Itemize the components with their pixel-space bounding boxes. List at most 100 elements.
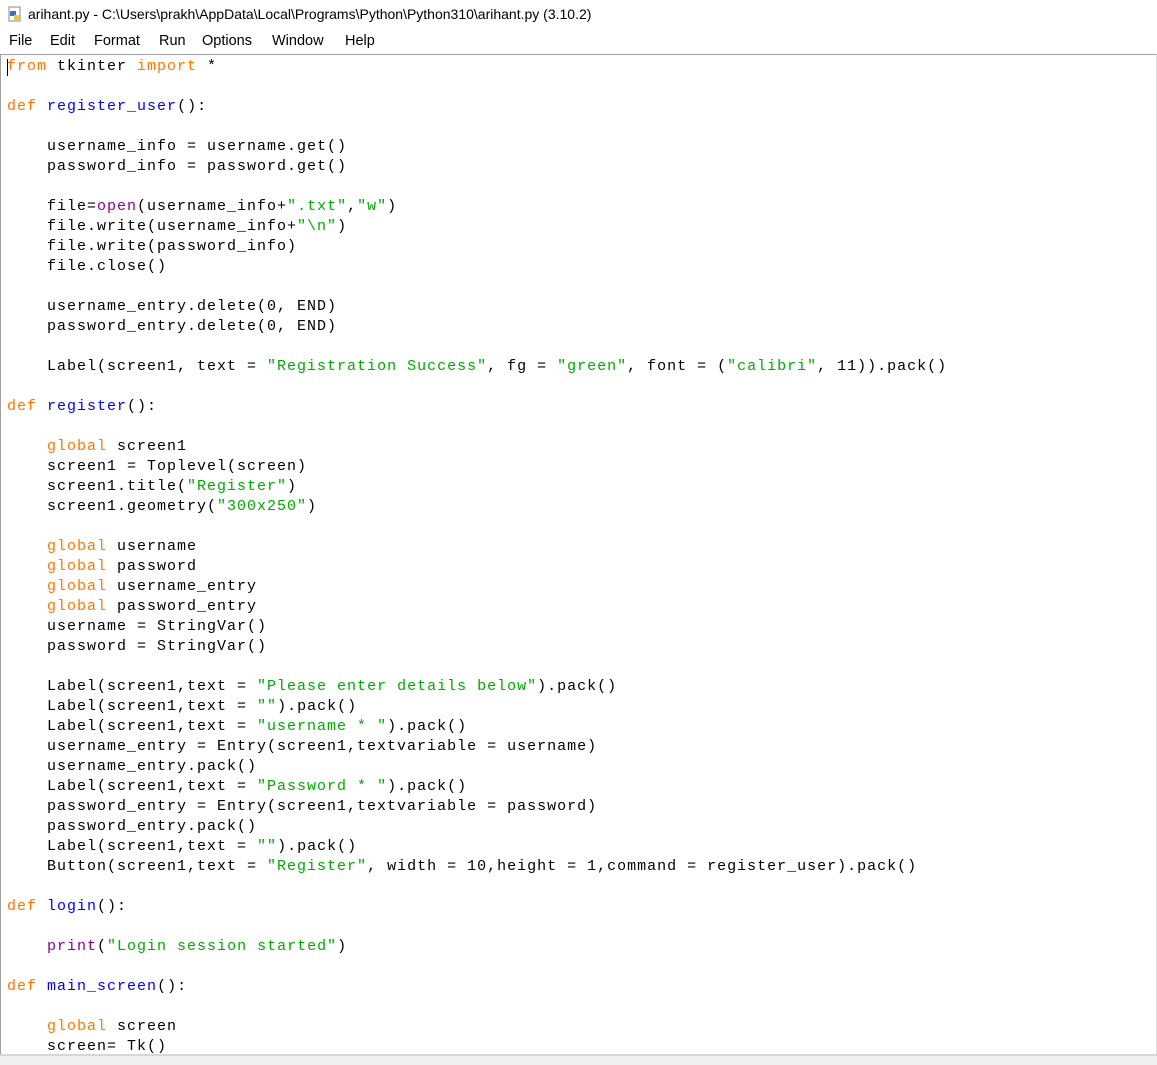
code-line[interactable]: screen1 = Toplevel(screen) (7, 457, 947, 477)
code-line[interactable]: file.close() (7, 257, 947, 277)
string-token: "Register" (267, 858, 368, 875)
code-token: screen1.title( (7, 478, 188, 495)
code-line[interactable] (7, 877, 947, 897)
code-token: (): (157, 978, 188, 995)
code-token: password = StringVar() (7, 638, 268, 655)
menu-run[interactable]: Run (159, 33, 186, 49)
code-line[interactable]: password_entry = Entry(screen1,textvaria… (7, 797, 947, 817)
code-token: , 11)).pack() (817, 358, 948, 375)
code-line[interactable]: password_entry.pack() (7, 817, 947, 837)
code-line[interactable]: Label(screen1,text = "").pack() (7, 697, 947, 717)
code-line[interactable]: password_entry.delete(0, END) (7, 317, 947, 337)
code-line[interactable]: Label(screen1,text = "Please enter detai… (7, 677, 947, 697)
code-token: file.close() (7, 258, 168, 275)
string-token: "" (257, 698, 278, 715)
code-token: ).pack() (387, 718, 468, 735)
keyword-token: global (47, 1018, 108, 1035)
code-line[interactable]: global password_entry (7, 597, 947, 617)
code-token: ) (337, 218, 348, 235)
code-line[interactable] (7, 657, 947, 677)
menu-window[interactable]: Window (272, 33, 324, 49)
code-token: ) (307, 498, 318, 515)
code-token: Label(screen1, text = (7, 358, 268, 375)
code-line[interactable] (7, 337, 947, 357)
code-line[interactable]: screen1.geometry("300x250") (7, 497, 947, 517)
code-line[interactable]: Label(screen1,text = "Password * ").pack… (7, 777, 947, 797)
string-token: "w" (357, 198, 388, 215)
code-line[interactable]: def register(): (7, 397, 947, 417)
menu-options[interactable]: Options (202, 33, 252, 49)
code-editor[interactable]: from tkinter import * def register_user()… (0, 54, 1157, 1055)
code-line[interactable]: global username (7, 537, 947, 557)
keyword-token: def (7, 978, 38, 995)
builtin-token: open (97, 198, 138, 215)
code-line[interactable] (7, 77, 947, 97)
code-token: username_entry (107, 578, 258, 595)
code-line[interactable]: password = StringVar() (7, 637, 947, 657)
string-token: "Login session started" (107, 938, 338, 955)
menu-format[interactable]: Format (94, 33, 140, 49)
code-line[interactable]: def register_user(): (7, 97, 947, 117)
code-line[interactable]: username_entry.pack() (7, 757, 947, 777)
code-line[interactable] (7, 177, 947, 197)
code-line[interactable]: from tkinter import * (7, 57, 947, 77)
code-token: ).pack() (277, 698, 358, 715)
code-token: username = StringVar() (7, 618, 268, 635)
code-line[interactable]: Label(screen1,text = "username * ").pack… (7, 717, 947, 737)
text-cursor (7, 59, 8, 76)
code-line[interactable] (7, 517, 947, 537)
code-token: ).pack() (537, 678, 618, 695)
code-line[interactable] (7, 117, 947, 137)
code-line[interactable] (7, 417, 947, 437)
code-line[interactable]: username_info = username.get() (7, 137, 947, 157)
code-line[interactable]: file=open(username_info+".txt","w") (7, 197, 947, 217)
code-line[interactable]: global screen1 (7, 437, 947, 457)
code-line[interactable] (7, 277, 947, 297)
code-token: ) (287, 478, 298, 495)
code-token: , (347, 198, 358, 215)
code-line[interactable]: username = StringVar() (7, 617, 947, 637)
code-line[interactable] (7, 957, 947, 977)
code-token: file= (7, 198, 98, 215)
code-line[interactable]: password_info = password.get() (7, 157, 947, 177)
code-token: screen1.geometry( (7, 498, 218, 515)
code-line[interactable]: file.write(username_info+"\n") (7, 217, 947, 237)
code-line[interactable]: print("Login session started") (7, 937, 947, 957)
menu-file[interactable]: File (9, 33, 32, 49)
menu-help[interactable]: Help (345, 33, 375, 49)
code-line[interactable]: screen1.title("Register") (7, 477, 947, 497)
code-line[interactable]: global password (7, 557, 947, 577)
definition-token: main_screen (47, 978, 158, 995)
code-token: file.write(password_info) (7, 238, 298, 255)
code-token: ).pack() (387, 778, 468, 795)
code-line[interactable] (7, 917, 947, 937)
keyword-token: global (47, 558, 108, 575)
string-token: "username * " (257, 718, 388, 735)
code-line[interactable]: Label(screen1, text = "Registration Succ… (7, 357, 947, 377)
code-token: (): (177, 98, 208, 115)
code-line[interactable]: file.write(password_info) (7, 237, 947, 257)
code-line[interactable] (7, 997, 947, 1017)
keyword-token: def (7, 398, 38, 415)
code-token: Label(screen1,text = (7, 778, 258, 795)
code-line[interactable]: global screen (7, 1017, 947, 1037)
code-token: screen1 = Toplevel(screen) (7, 458, 308, 475)
status-bar (0, 1054, 1157, 1065)
code-line[interactable]: global username_entry (7, 577, 947, 597)
string-token: "Register" (187, 478, 288, 495)
code-line[interactable]: Button(screen1,text = "Register", width … (7, 857, 947, 877)
code-line[interactable]: username_entry.delete(0, END) (7, 297, 947, 317)
keyword-token: from (7, 58, 48, 75)
menu-edit[interactable]: Edit (50, 33, 75, 49)
code-line[interactable] (7, 377, 947, 397)
code-token: screen= Tk() (7, 1038, 168, 1055)
code-line[interactable]: username_entry = Entry(screen1,textvaria… (7, 737, 947, 757)
code-line[interactable]: Label(screen1,text = "").pack() (7, 837, 947, 857)
code-token: screen1 (107, 438, 188, 455)
string-token: "Registration Success" (267, 358, 488, 375)
code-line[interactable]: def main_screen(): (7, 977, 947, 997)
code-line[interactable]: def login(): (7, 897, 947, 917)
